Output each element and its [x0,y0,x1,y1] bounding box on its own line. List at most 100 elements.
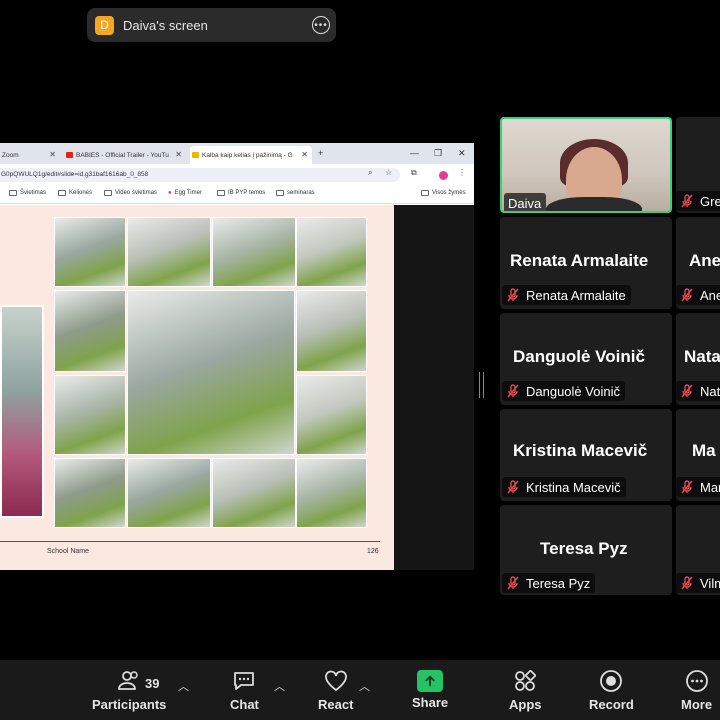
extensions-icon[interactable]: ⧉ [411,168,417,178]
participant-tile-ane[interactable]: Ane Ane [676,217,720,309]
participant-display-name: Ane [689,251,720,270]
address-bar: G0pQWULQ1g/edit#slide=id.g31baf1616ab_0_… [0,164,474,186]
participant-display-name: Nata [684,347,720,366]
participant-tile-daiva[interactable]: Daiva [500,117,672,213]
muted-mic-icon [680,576,694,590]
folder-icon [58,190,66,196]
participant-tile-danguole[interactable]: Danguolė Voinič Danguolė Voinič [500,313,672,405]
new-tab-icon[interactable]: + [318,148,323,158]
meeting-toolbar: Participants 39 ︿ Chat ︿ React ︿ Share A… [0,660,720,720]
react-button[interactable]: React [318,668,353,718]
browser-tab[interactable]: BABIES - Official Trailer - YouTu ✕ [64,146,186,164]
heart-icon [324,670,347,692]
folder-icon [421,190,429,196]
panel-resize-handle[interactable] [479,372,484,398]
react-caret-icon[interactable]: ︿ [359,678,370,694]
participant-name-tag: Nata [676,381,720,401]
slide-photo-tile [296,458,367,528]
apps-icon [515,670,537,691]
bookmarks-bar: Švietimas Kelionės Video švietimas ● Egg … [0,186,474,204]
slide-photo-tile [296,290,367,372]
slide-page-number: 126 [367,548,379,555]
slide-photo-tile [54,458,126,528]
participant-tile-mar[interactable]: Ma Mar [676,409,720,501]
slide-photo-tile [212,458,296,528]
participant-tile-teresa[interactable]: Teresa Pyz Teresa Pyz [500,505,672,595]
url-field[interactable]: G0pQWULQ1g/edit#slide=id.g31baf1616ab_0_… [0,168,400,182]
participant-display-name: Danguolė Voinič [513,347,645,366]
tab-label: BABIES - Official Trailer - YouTu [76,151,169,159]
minimize-icon[interactable]: — [410,148,419,158]
bookmark-star-icon[interactable]: ☆ [385,168,392,177]
participants-icon [118,671,138,690]
browser-tab-active[interactable]: Kalba kaip kelias į pažinimą - G ✕ [190,146,312,164]
more-options-icon[interactable]: ••• [312,16,330,34]
participant-gallery: Daiva Gret Renata Armalaite Renata Armal… [500,117,720,595]
participants-count: 39 [145,676,160,691]
participant-name-tag: Daiva [504,193,547,211]
participant-tile-renata[interactable]: Renata Armalaite Renata Armalaite [500,217,672,309]
record-icon [600,670,623,692]
shared-screen-dark-area [394,205,474,570]
slide-photo-tile [296,217,367,287]
window-close-icon[interactable]: ✕ [458,148,466,159]
participant-tile-nata[interactable]: Nata Nata [676,313,720,405]
muted-mic-icon [680,288,694,302]
participant-name-tag: Teresa Pyz [502,573,596,593]
participant-name-tag: Gret [676,191,720,211]
bookmark-item[interactable]: Švietimas [9,190,46,196]
bookmark-item[interactable]: seminaras [276,190,315,196]
tab-label: Zoom [2,151,19,159]
screen-share-banner[interactable]: D Daiva's screen ••• [87,8,336,42]
bookmark-item[interactable]: Kelionės [58,190,92,196]
muted-mic-icon [506,384,520,398]
participant-tile-vilm[interactable]: Vilm [676,505,720,595]
slide-photo-tile [296,375,367,455]
tab-label: Kalba kaip kelias į pažinimą - G [202,151,293,159]
participant-name-tag: Vilm [676,573,720,593]
egg-timer-icon: ● [168,190,172,196]
close-icon[interactable]: ✕ [301,150,308,159]
slide-photo-tile [127,217,211,287]
folder-icon [276,190,284,196]
browser-tab-bar: Zoom ✕ BABIES - Official Trailer - YouTu… [0,143,474,164]
chat-icon [234,672,255,690]
share-button[interactable]: Share [412,668,448,718]
participant-name-tag: Renata Armalaite [502,285,631,305]
chat-button[interactable]: Chat [230,668,259,718]
participant-tile-kristina[interactable]: Kristina Macevič Kristina Macevič [500,409,672,501]
bookmark-item[interactable]: Video švietimas [104,190,157,196]
more-button[interactable]: More [681,668,712,718]
slide-photo-tile [127,458,211,528]
muted-mic-icon [680,194,694,208]
record-button[interactable]: Record [589,668,634,718]
bookmark-item[interactable]: Visos žymės [421,190,466,196]
close-icon[interactable]: ✕ [49,150,56,159]
browser-tab[interactable]: Zoom ✕ [0,146,60,164]
slides-icon [192,152,199,158]
menu-kebab-icon[interactable]: ⋮ [458,168,466,177]
zoom-icon[interactable]: ⌕ [368,168,372,178]
share-label: Share [412,695,449,710]
record-label: Record [589,697,634,712]
participant-tile-grete[interactable]: Gret [676,117,720,213]
close-icon[interactable]: ✕ [175,150,182,159]
apps-button[interactable]: Apps [509,668,542,718]
profile-avatar[interactable] [439,171,448,180]
slide-photo-tile [54,290,126,372]
more-label: More [681,697,713,712]
bookmark-item[interactable]: IB PYP temos [217,190,265,196]
slide-photo-tile [54,217,126,287]
participant-name-tag: Mar [676,477,720,497]
slide-photo-tile [212,217,296,287]
participants-caret-icon[interactable]: ︿ [178,678,189,694]
restore-icon[interactable]: ❐ [434,148,442,159]
slide-school-name: School Name [47,548,90,555]
chat-caret-icon[interactable]: ︿ [274,678,285,694]
bookmark-item[interactable]: ● Egg Timer [168,190,202,196]
slide-child-photo [0,305,44,518]
muted-mic-icon [506,288,520,302]
participant-display-name: Kristina Macevič [513,441,648,460]
folder-icon [9,190,17,196]
slide-photo-tile [127,290,295,455]
